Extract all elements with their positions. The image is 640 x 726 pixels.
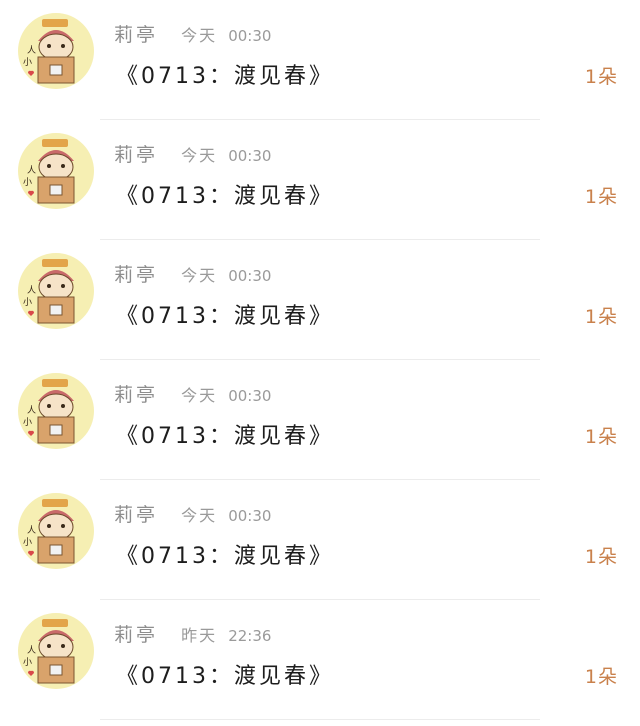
author-name[interactable]: 莉亭: [114, 144, 158, 166]
comment-row[interactable]: 人 小 莉亭 今天 00:30 《0713：渡见春》 1朵: [0, 240, 640, 360]
comment-meta: 莉亭 今天 00:30: [114, 140, 271, 166]
comment-time: 00:30: [228, 387, 272, 405]
comment-list: 人 小 莉亭 今天 00:30 《0713：渡见春》 1朵 人 小 莉亭 今天 …: [0, 0, 640, 726]
avatar[interactable]: 人 小: [18, 493, 94, 569]
svg-text:小: 小: [23, 177, 32, 188]
comment-meta: 莉亭 昨天 22:36: [114, 620, 271, 646]
cat-in-box-avatar-icon: 人 小: [23, 379, 75, 444]
comment-time: 00:30: [228, 147, 272, 165]
cat-in-box-avatar-icon: 人 小: [23, 139, 75, 204]
comment-content: 《0713：渡见春》: [116, 304, 334, 329]
flower-count: 1朵: [584, 306, 618, 328]
comment-time: 22:36: [228, 627, 272, 645]
avatar[interactable]: 人 小: [18, 613, 94, 689]
comment-row[interactable]: 人 小 莉亭 今天 00:30 《0713：渡见春》 1朵: [0, 120, 640, 240]
svg-text:小: 小: [23, 537, 32, 548]
comment-meta: 莉亭 今天 00:30: [114, 20, 271, 46]
comment-row[interactable]: 人 小 莉亭 今天 00:30 《0713：渡见春》 1朵: [0, 0, 640, 120]
author-name[interactable]: 莉亭: [114, 384, 158, 406]
comment-date: 今天: [181, 266, 218, 285]
comment-date: 昨天: [181, 626, 218, 645]
comment-date: 今天: [181, 506, 218, 525]
comment-content: 《0713：渡见春》: [116, 184, 334, 209]
svg-text:人: 人: [27, 165, 36, 176]
avatar[interactable]: 人 小: [18, 253, 94, 329]
comment-row[interactable]: 人 小 莉亭 今天 00:30 《0713：渡见春》 1朵: [0, 480, 640, 600]
svg-text:人: 人: [27, 525, 36, 536]
avatar-caption-text: 人: [27, 45, 36, 56]
svg-text:小: 小: [23, 297, 32, 308]
flower-count: 1朵: [584, 546, 618, 568]
svg-text:人: 人: [27, 405, 36, 416]
cat-in-box-avatar-icon: 人 小: [23, 259, 75, 324]
author-name[interactable]: 莉亭: [114, 504, 158, 526]
comment-time: 00:30: [228, 507, 272, 525]
comment-date: 今天: [181, 26, 218, 45]
flower-count: 1朵: [584, 426, 618, 448]
comment-meta: 莉亭 今天 00:30: [114, 380, 271, 406]
comment-meta: 莉亭 今天 00:30: [114, 500, 271, 526]
comment-content: 《0713：渡见春》: [116, 664, 334, 689]
svg-text:小: 小: [23, 657, 32, 668]
comment-date: 今天: [181, 146, 218, 165]
svg-text:人: 人: [27, 645, 36, 656]
flower-count: 1朵: [584, 186, 618, 208]
author-name[interactable]: 莉亭: [114, 24, 158, 46]
author-name[interactable]: 莉亭: [114, 624, 158, 646]
avatar[interactable]: 人 小: [18, 13, 94, 89]
flower-count: 1朵: [584, 66, 618, 88]
comment-content: 《0713：渡见春》: [116, 64, 334, 89]
comment-content: 《0713：渡见春》: [116, 424, 334, 449]
comment-time: 00:30: [228, 27, 272, 45]
cat-in-box-avatar-icon: 人 小: [23, 619, 75, 684]
comment-row[interactable]: 人 小 莉亭 昨天 22:36 《0713：渡见春》 1朵: [0, 600, 640, 720]
comment-meta: 莉亭 今天 00:30: [114, 260, 271, 286]
comment-row[interactable]: 人 小 莉亭 今天 00:30 《0713：渡见春》 1朵: [0, 360, 640, 480]
flower-count: 1朵: [584, 666, 618, 688]
svg-text:小: 小: [23, 417, 32, 428]
cat-in-box-avatar-icon: 人 小: [23, 19, 75, 84]
avatar[interactable]: 人 小: [18, 133, 94, 209]
comment-time: 00:30: [228, 267, 272, 285]
comment-date: 今天: [181, 386, 218, 405]
cat-in-box-avatar-icon: 人 小: [23, 499, 75, 564]
avatar[interactable]: 人 小: [18, 373, 94, 449]
svg-text:小: 小: [23, 57, 32, 68]
author-name[interactable]: 莉亭: [114, 264, 158, 286]
svg-text:人: 人: [27, 285, 36, 296]
comment-content: 《0713：渡见春》: [116, 544, 334, 569]
divider: [100, 719, 540, 720]
